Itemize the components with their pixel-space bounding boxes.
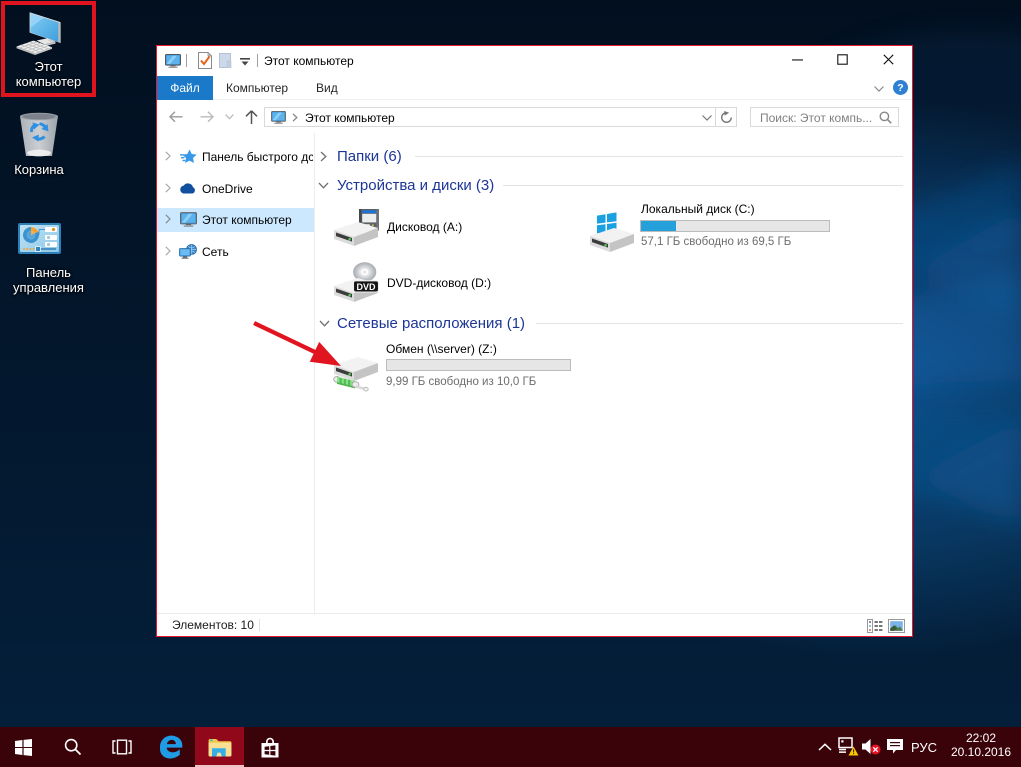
svg-text:DVD: DVD xyxy=(356,282,376,292)
svg-text:?: ? xyxy=(897,82,903,94)
